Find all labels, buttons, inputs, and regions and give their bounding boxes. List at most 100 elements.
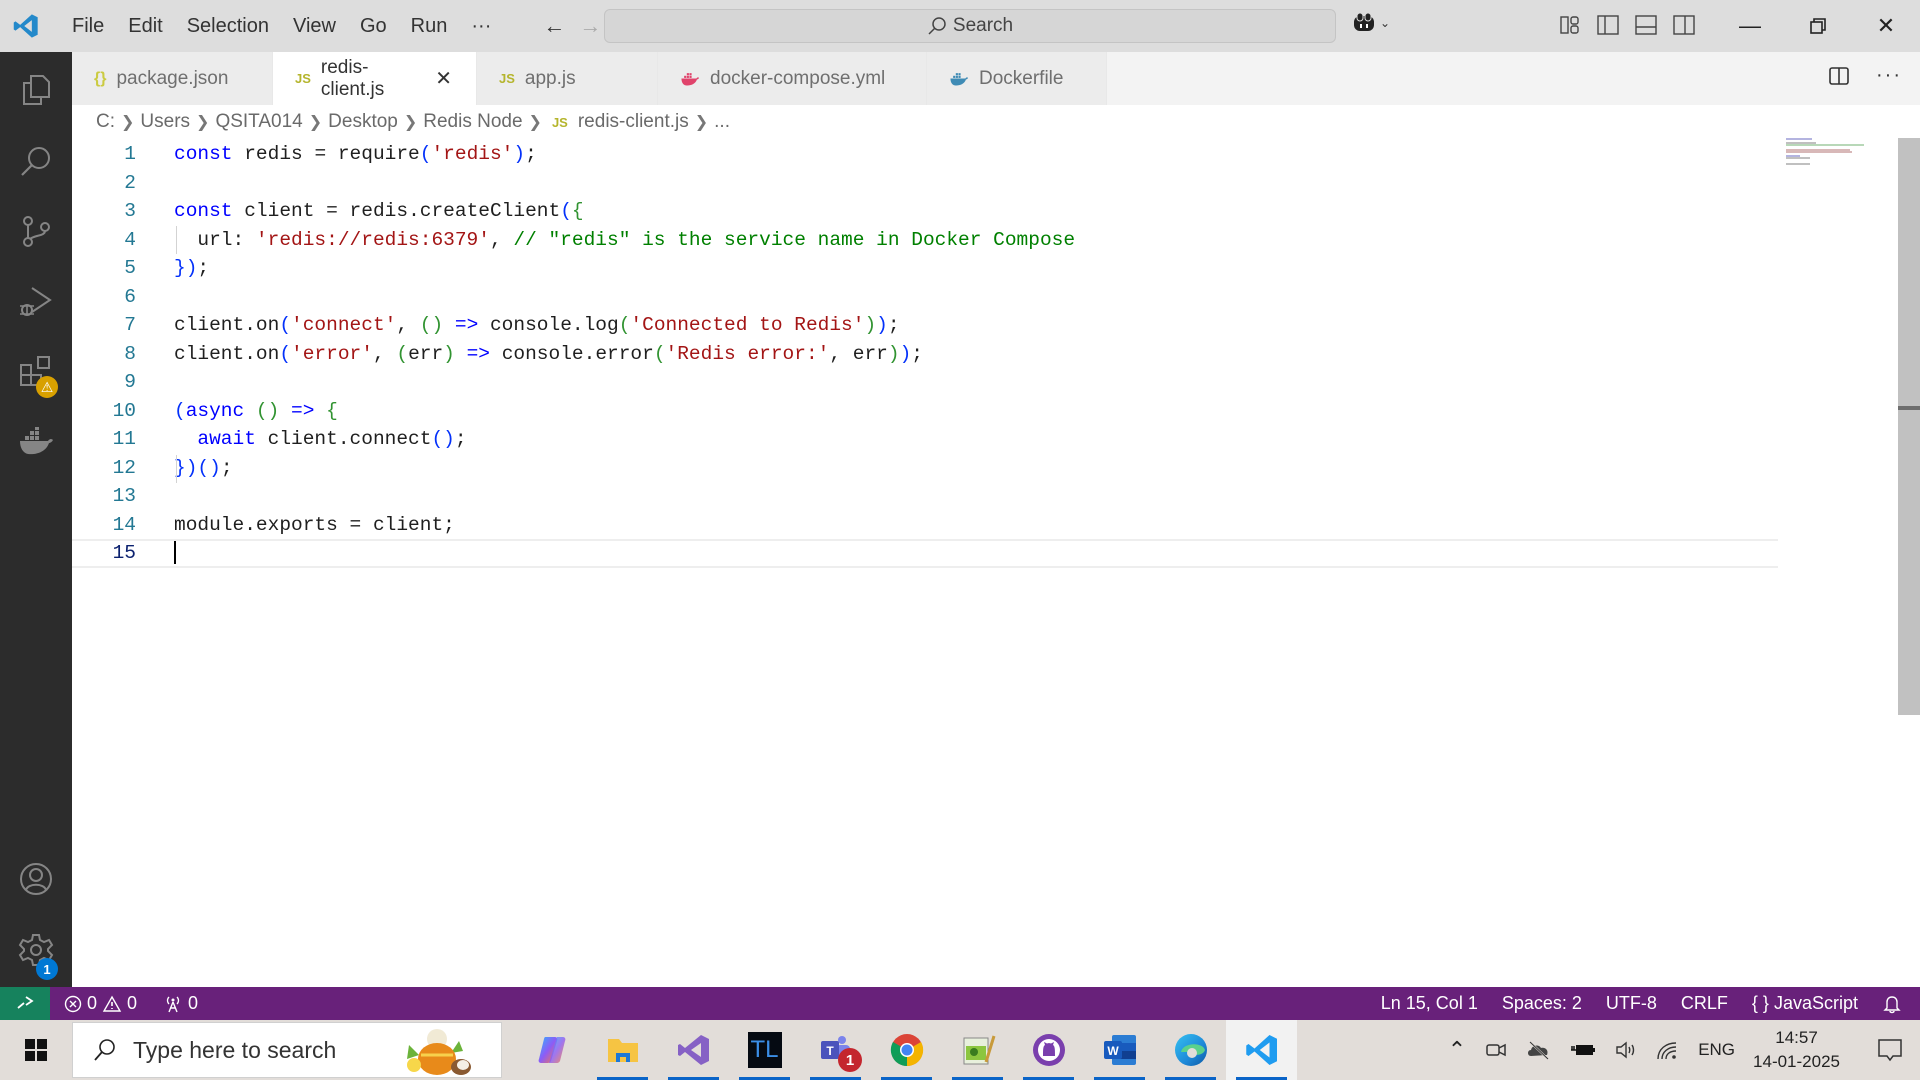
taskbar-notepad-plus-plus[interactable] xyxy=(942,1020,1013,1080)
clock[interactable]: 14:57 14-01-2025 xyxy=(1753,1026,1840,1074)
menu-selection[interactable]: Selection xyxy=(175,6,281,46)
start-button[interactable] xyxy=(0,1020,72,1080)
code-bracket: ) xyxy=(443,428,455,450)
volume-icon[interactable] xyxy=(1614,1039,1638,1061)
scrollbar-thumb[interactable] xyxy=(1898,138,1920,715)
encoding[interactable]: UTF-8 xyxy=(1594,987,1669,1020)
breadcrumb-item[interactable]: Redis Node xyxy=(423,111,522,133)
code-line[interactable]: 2 xyxy=(72,169,1778,198)
minimap[interactable] xyxy=(1786,138,1866,178)
code-line[interactable]: 11 await client.connect(); xyxy=(72,425,1778,454)
notification-center-icon[interactable] xyxy=(1876,1037,1904,1063)
camera-icon[interactable] xyxy=(1484,1039,1508,1061)
indentation[interactable]: Spaces: 2 xyxy=(1490,987,1594,1020)
activity-search[interactable] xyxy=(0,131,72,191)
code-line[interactable]: 6 xyxy=(72,283,1778,312)
code-line[interactable]: 9 xyxy=(72,368,1778,397)
activity-accounts[interactable] xyxy=(0,849,72,909)
taskbar-copilot[interactable] xyxy=(516,1020,587,1080)
tab-docker-compose-yml[interactable]: docker-compose.yml xyxy=(658,52,927,105)
taskbar-teams[interactable]: T 1 xyxy=(800,1020,871,1080)
activity-docker[interactable] xyxy=(0,412,72,472)
onedrive-offline-icon[interactable] xyxy=(1526,1039,1552,1061)
breadcrumb-item[interactable]: QSITA014 xyxy=(215,111,302,133)
notifications-button[interactable] xyxy=(1870,987,1920,1020)
taskbar-visual-studio[interactable] xyxy=(658,1020,729,1080)
code-line[interactable]: 7 client.on('connect', () => console.log(… xyxy=(72,311,1778,340)
activity-run-debug[interactable] xyxy=(0,272,72,332)
menu-more[interactable]: ··· xyxy=(459,6,503,46)
code-line[interactable]: 1 const redis = require('redis'); xyxy=(72,140,1778,169)
code-identifier: client xyxy=(174,342,245,365)
breadcrumb-file[interactable]: redis-client.js xyxy=(578,111,689,133)
tab-dockerfile[interactable]: Dockerfile xyxy=(927,52,1107,105)
code-bracket: ) xyxy=(267,399,280,422)
code-editor[interactable]: 1 const redis = require('redis'); 2 3 const … xyxy=(72,138,1920,987)
ports-indicator[interactable]: 0 xyxy=(155,987,206,1020)
battery-charging-icon[interactable] xyxy=(1570,1040,1596,1060)
minimize-button[interactable]: — xyxy=(1716,0,1784,52)
code-line[interactable]: 15 xyxy=(72,539,1778,568)
back-arrow-icon[interactable]: ← xyxy=(543,13,565,39)
end-of-line[interactable]: CRLF xyxy=(1669,987,1740,1020)
code-line[interactable]: 4 url: 'redis://redis:6379', // "redis" … xyxy=(72,226,1778,255)
code-text: })(); xyxy=(174,454,233,483)
menu-view[interactable]: View xyxy=(281,6,348,46)
tab-app-js[interactable]: JS app.js xyxy=(477,52,658,105)
taskbar-file-explorer[interactable] xyxy=(587,1020,658,1080)
activity-source-control[interactable] xyxy=(0,201,72,261)
cursor-position[interactable]: Ln 15, Col 1 xyxy=(1369,987,1490,1020)
input-language[interactable]: ENG xyxy=(1698,1040,1735,1060)
code-line[interactable]: 12})(); xyxy=(72,454,1778,483)
code-line[interactable]: 5}); xyxy=(72,254,1778,283)
show-hidden-icons-chevron-icon[interactable]: ⌃ xyxy=(1448,1037,1466,1063)
more-actions-icon[interactable]: ··· xyxy=(1876,64,1902,87)
github-desktop-icon xyxy=(1032,1034,1065,1066)
activity-extensions[interactable]: ⚠ xyxy=(0,342,72,402)
language-label: JavaScript xyxy=(1773,993,1858,1013)
command-center-search[interactable]: Search xyxy=(604,9,1336,43)
menu-file[interactable]: File xyxy=(60,6,116,46)
wifi-icon[interactable] xyxy=(1656,1039,1680,1061)
taskbar-chrome[interactable] xyxy=(871,1020,942,1080)
code-line[interactable]: 8 client.on('error', (err) => console.err… xyxy=(72,340,1778,369)
code-line[interactable]: 14 module.exports = client; xyxy=(72,511,1778,540)
customize-layout-icon[interactable] xyxy=(1558,13,1582,37)
language-mode[interactable]: { } JavaScript xyxy=(1740,987,1870,1020)
copilot-button[interactable]: ⌄ xyxy=(1352,12,1390,34)
taskbar-search-box[interactable]: Type here to search xyxy=(72,1022,502,1078)
breadcrumb-symbols[interactable]: ... xyxy=(714,111,730,133)
breadcrumb-item[interactable]: Users xyxy=(140,111,190,133)
menu-run[interactable]: Run xyxy=(399,6,460,46)
taskbar-word[interactable]: W xyxy=(1084,1020,1155,1080)
tab-redis-client-js[interactable]: JS redis-client.js ✕ xyxy=(273,52,477,105)
toggle-panel-icon[interactable] xyxy=(1634,13,1658,37)
code-identifier: err xyxy=(408,342,444,365)
tab-package-json[interactable]: {} package.json xyxy=(72,52,273,105)
code-line[interactable]: 3 const client = redis.createClient({ xyxy=(72,197,1778,226)
taskbar-vscode[interactable] xyxy=(1226,1020,1297,1080)
menu-go[interactable]: Go xyxy=(348,6,399,46)
breadcrumb-item[interactable]: Desktop xyxy=(328,111,398,133)
restore-button[interactable] xyxy=(1784,0,1852,52)
taskbar-github-desktop[interactable] xyxy=(1013,1020,1084,1080)
menu-edit[interactable]: Edit xyxy=(116,6,174,46)
code-line[interactable]: 13 xyxy=(72,482,1778,511)
taskbar-tl-app[interactable]: TL xyxy=(729,1020,800,1080)
forward-arrow-icon[interactable]: → xyxy=(579,13,601,39)
problems-indicator[interactable]: 0 0 xyxy=(56,987,145,1020)
taskbar-edge[interactable] xyxy=(1155,1020,1226,1080)
code-bracket: ( xyxy=(197,456,210,479)
vertical-scrollbar[interactable] xyxy=(1898,138,1920,987)
close-window-button[interactable]: ✕ xyxy=(1852,0,1920,52)
breadcrumb-item[interactable]: C: xyxy=(96,111,115,133)
code-line[interactable]: 10 (async () => { xyxy=(72,397,1778,426)
toggle-primary-sidebar-icon[interactable] xyxy=(1596,13,1620,37)
code-identifier: console xyxy=(489,314,572,336)
close-tab-icon[interactable]: ✕ xyxy=(435,66,452,91)
activity-explorer[interactable] xyxy=(0,60,72,120)
activity-manage[interactable]: 1 xyxy=(0,920,72,980)
split-editor-icon[interactable] xyxy=(1828,65,1850,87)
remote-indicator[interactable] xyxy=(0,987,50,1020)
toggle-secondary-sidebar-icon[interactable] xyxy=(1672,13,1696,37)
